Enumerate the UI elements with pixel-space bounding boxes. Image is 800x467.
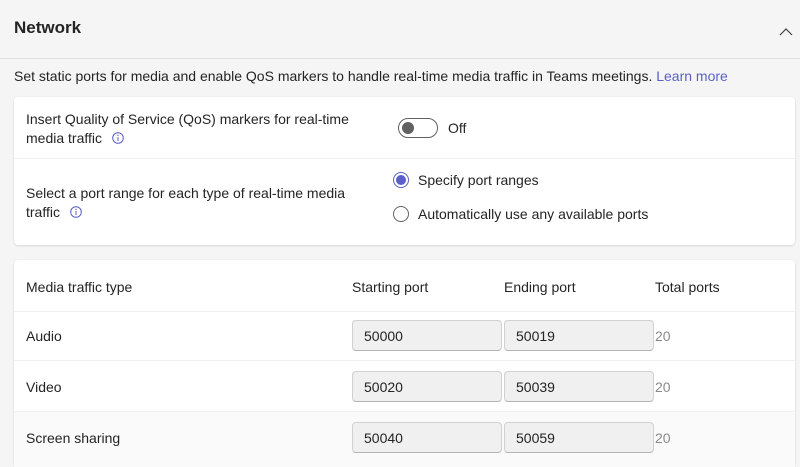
radio-button-checked[interactable] xyxy=(393,172,409,188)
row-audio-label: Audio xyxy=(26,328,62,344)
ports-table-card: Media traffic type Starting port Ending … xyxy=(14,260,795,467)
column-header-ending-port: Ending port xyxy=(504,279,576,295)
row-divider xyxy=(14,311,795,312)
audio-ending-port-input[interactable] xyxy=(504,320,654,351)
video-total-ports: 20 xyxy=(655,379,671,395)
video-starting-port-input[interactable] xyxy=(352,371,502,402)
column-header-starting-port: Starting port xyxy=(352,279,429,295)
section-header: Network xyxy=(0,0,800,59)
row-screen-sharing-label: Screen sharing xyxy=(26,430,121,446)
chevron-up-icon xyxy=(779,28,793,36)
column-header-type: Media traffic type xyxy=(26,279,133,295)
video-ending-port-input[interactable] xyxy=(504,371,654,402)
radio-button-unchecked[interactable] xyxy=(393,206,409,222)
audio-total-ports: 20 xyxy=(655,328,671,344)
description-text: Set static ports for media and enable Qo… xyxy=(14,68,653,84)
section-title: Network xyxy=(14,18,82,37)
qos-toggle[interactable] xyxy=(398,118,438,138)
radio-specify-port-ranges[interactable]: Specify port ranges xyxy=(393,172,539,188)
screen-sharing-starting-port-input[interactable] xyxy=(352,422,502,453)
row-video-label: Video xyxy=(26,379,62,395)
info-icon[interactable] xyxy=(70,206,82,218)
port-range-setting-label: Select a port range for each type of rea… xyxy=(26,184,345,222)
row-divider xyxy=(14,411,795,412)
screen-sharing-total-ports: 20 xyxy=(655,430,671,446)
section-description: Set static ports for media and enable Qo… xyxy=(14,68,728,84)
radio-label: Specify port ranges xyxy=(418,172,539,188)
radio-label: Automatically use any available ports xyxy=(418,206,649,222)
qos-toggle-state: Off xyxy=(448,120,467,136)
qos-setting-label: Insert Quality of Service (QoS) markers … xyxy=(26,110,349,148)
settings-card: Insert Quality of Service (QoS) markers … xyxy=(14,97,795,245)
info-icon[interactable] xyxy=(112,132,124,144)
screen-sharing-ending-port-input[interactable] xyxy=(504,422,654,453)
qos-label-line2: media traffic xyxy=(26,130,102,146)
row-divider xyxy=(14,360,795,361)
row-divider xyxy=(14,158,795,159)
qos-label-line1: Insert Quality of Service (QoS) markers … xyxy=(26,111,349,127)
port-range-label-line2: traffic xyxy=(26,204,60,220)
port-range-label-line1: Select a port range for each type of rea… xyxy=(26,185,346,201)
audio-starting-port-input[interactable] xyxy=(352,320,502,351)
radio-auto-ports[interactable]: Automatically use any available ports xyxy=(393,206,648,222)
column-header-total-ports: Total ports xyxy=(655,279,720,295)
toggle-knob xyxy=(402,122,414,134)
collapse-button[interactable] xyxy=(772,20,800,44)
learn-more-link[interactable]: Learn more xyxy=(656,68,728,84)
